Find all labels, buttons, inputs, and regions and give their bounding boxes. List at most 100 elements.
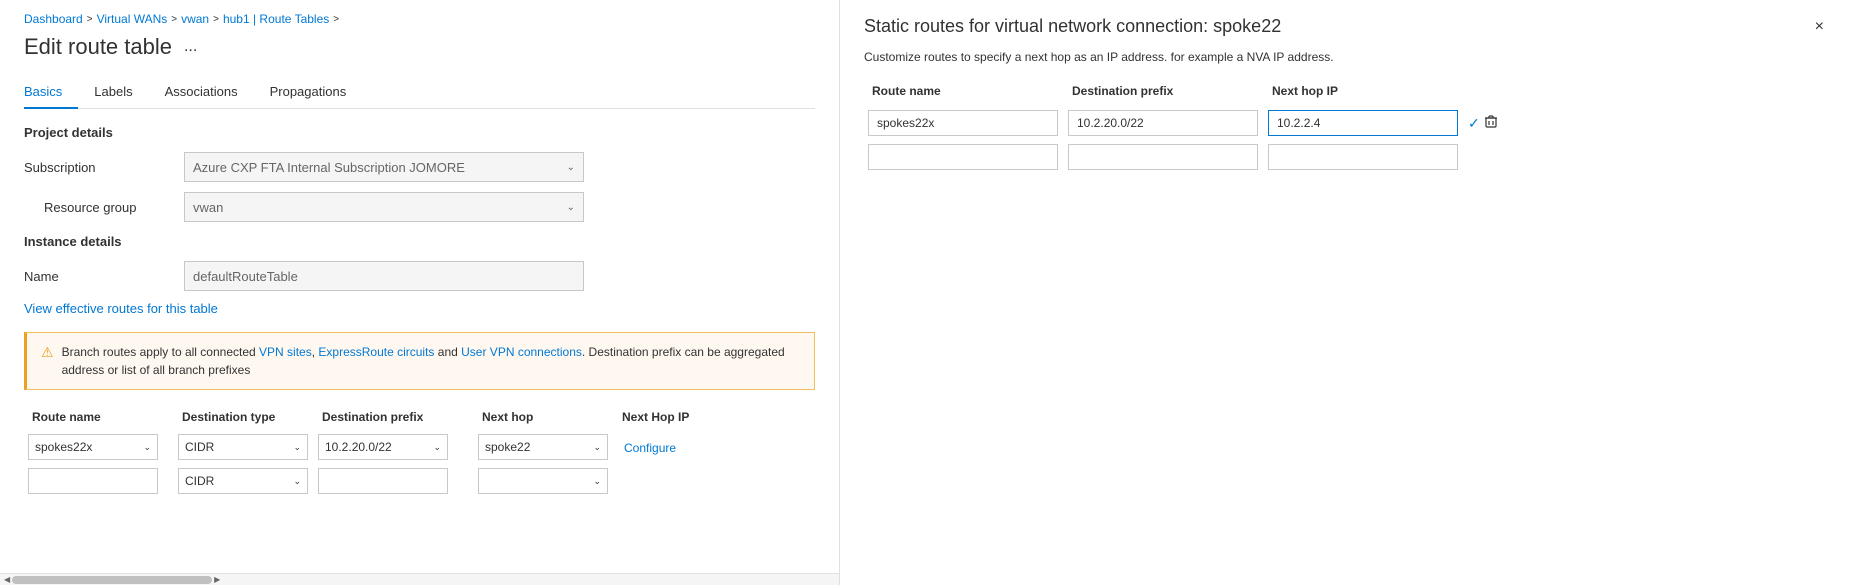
panel-title: Static routes for virtual network connec… — [864, 16, 1281, 37]
scroll-left-icon[interactable]: ◀ — [2, 575, 12, 584]
subscription-label: Subscription — [24, 160, 184, 175]
dest-prefix-value-1: 10.2.20.0/22 — [325, 440, 392, 454]
breadcrumb-sep-3: > — [213, 14, 219, 25]
dest-prefix-cell-1: 10.2.20.0/22 ⌄ — [314, 432, 474, 462]
static-col-header-next-hop-ip: Next hop IP — [1264, 80, 1464, 102]
resource-group-label: Resource group — [24, 200, 184, 215]
routes-table-header: Route name Destination type Destination … — [24, 406, 815, 428]
resource-group-dropdown[interactable]: vwan ⌄ — [184, 192, 584, 222]
tab-associations[interactable]: Associations — [165, 76, 254, 109]
subscription-row: Subscription Azure CXP FTA Internal Subs… — [24, 152, 815, 182]
tab-labels[interactable]: Labels — [94, 76, 148, 109]
route-name-value-1: spokes22x — [35, 440, 92, 454]
static-routes-table: Route name Destination prefix Next hop I… — [864, 80, 1828, 172]
resource-group-value: vwan — [193, 200, 223, 215]
next-hop-cell-1: spoke22 ⌄ — [474, 432, 614, 462]
panel-header: Static routes for virtual network connec… — [864, 16, 1828, 38]
next-hop-ip-cell-2 — [614, 479, 734, 483]
subscription-dropdown[interactable]: Azure CXP FTA Internal Subscription JOMO… — [184, 152, 584, 182]
resource-group-chevron-icon: ⌄ — [567, 202, 575, 213]
name-label: Name — [24, 269, 184, 284]
breadcrumb-hub1-routetables[interactable]: hub1 | Route Tables — [223, 12, 329, 26]
route-name-cell-2 — [24, 466, 174, 496]
next-hop-value-1: spoke22 — [485, 440, 530, 454]
next-hop-dropdown-1[interactable]: spoke22 ⌄ — [478, 434, 608, 460]
configure-link-1[interactable]: Configure — [618, 438, 682, 458]
static-dest-prefix-input-2[interactable] — [1068, 144, 1258, 170]
static-route-name-input-1[interactable] — [868, 110, 1058, 136]
panel-description: Customize routes to specify a next hop a… — [864, 50, 1828, 64]
warning-icon: ⚠ — [41, 344, 54, 361]
static-dest-prefix-input-1[interactable] — [1068, 110, 1258, 136]
routes-col-header-dest-type: Destination type — [174, 406, 314, 428]
delete-icon[interactable] — [1484, 115, 1498, 132]
name-value: defaultRouteTable — [184, 261, 584, 291]
dest-prefix-input-2[interactable] — [318, 468, 448, 494]
static-dest-prefix-cell-1 — [1064, 108, 1264, 138]
routes-col-header-next-hop: Next hop — [474, 406, 614, 428]
static-next-hop-ip-input-1[interactable] — [1268, 110, 1458, 136]
breadcrumb-sep-2: > — [171, 14, 177, 25]
dest-type-cell-2: CIDR ⌄ — [174, 466, 314, 496]
dest-type-dropdown-1[interactable]: CIDR ⌄ — [178, 434, 308, 460]
tab-basics[interactable]: Basics — [24, 76, 78, 109]
table-row: CIDR ⌄ ⌄ — [24, 466, 815, 496]
scroll-right-icon[interactable]: ▶ — [212, 575, 222, 584]
table-row: spokes22x ⌄ CIDR ⌄ 10.2.20.0/22 ⌄ spoke2… — [24, 432, 815, 462]
dest-prefix-arrow-1: ⌄ — [433, 442, 441, 453]
page-title-row: Edit route table ... — [24, 34, 815, 60]
next-hop-dropdown-2[interactable]: ⌄ — [478, 468, 608, 494]
tab-propagations[interactable]: Propagations — [270, 76, 363, 109]
ellipsis-button[interactable]: ... — [180, 36, 201, 58]
route-name-arrow-1: ⌄ — [143, 442, 151, 453]
breadcrumb-vwan[interactable]: vwan — [181, 12, 209, 26]
dest-type-dropdown-2[interactable]: CIDR ⌄ — [178, 468, 308, 494]
next-hop-arrow-1: ⌄ — [593, 442, 601, 453]
route-name-cell-1: spokes22x ⌄ — [24, 432, 174, 462]
next-hop-arrow-2: ⌄ — [593, 476, 601, 487]
right-panel: Static routes for virtual network connec… — [840, 0, 1852, 585]
static-routes-header: Route name Destination prefix Next hop I… — [864, 80, 1828, 102]
dest-type-arrow-2: ⌄ — [293, 476, 301, 487]
dest-type-value-2: CIDR — [185, 474, 214, 488]
dest-type-cell-1: CIDR ⌄ — [174, 432, 314, 462]
static-next-hop-ip-cell-2 — [1264, 142, 1464, 172]
table-row — [864, 142, 1828, 172]
static-col-header-actions — [1464, 80, 1504, 102]
name-row: Name defaultRouteTable — [24, 261, 815, 291]
expressroute-link[interactable]: ExpressRoute circuits — [318, 345, 434, 359]
static-route-name-cell-1 — [864, 108, 1064, 138]
static-row-actions-1: ✓ — [1464, 113, 1504, 134]
routes-col-header-dest-prefix: Destination prefix — [314, 406, 474, 428]
route-name-dropdown-1[interactable]: spokes22x ⌄ — [28, 434, 158, 460]
confirm-icon[interactable]: ✓ — [1468, 115, 1480, 132]
resource-group-row: Resource group vwan ⌄ — [24, 192, 815, 222]
project-details-title: Project details — [24, 125, 815, 140]
static-route-name-input-2[interactable] — [868, 144, 1058, 170]
close-button[interactable]: × — [1811, 16, 1828, 38]
page-title: Edit route table — [24, 34, 172, 60]
breadcrumb-virtualwans[interactable]: Virtual WANs — [97, 12, 168, 26]
warning-text: Branch routes apply to all connected VPN… — [62, 343, 800, 379]
view-effective-routes-link[interactable]: View effective routes for this table — [24, 301, 218, 316]
static-next-hop-ip-input-2[interactable] — [1268, 144, 1458, 170]
subscription-value: Azure CXP FTA Internal Subscription JOMO… — [193, 160, 465, 175]
next-hop-cell-2: ⌄ — [474, 466, 614, 496]
horizontal-scrollbar[interactable]: ◀ ▶ — [0, 573, 839, 585]
next-hop-ip-cell-1: Configure — [614, 438, 734, 457]
user-vpn-link[interactable]: User VPN connections — [461, 345, 582, 359]
static-dest-prefix-cell-2 — [1064, 142, 1264, 172]
dest-prefix-dropdown-1[interactable]: 10.2.20.0/22 ⌄ — [318, 434, 448, 460]
static-col-header-dest-prefix: Destination prefix — [1064, 80, 1264, 102]
routes-col-header-name: Route name — [24, 406, 174, 428]
breadcrumb-sep-1: > — [87, 14, 93, 25]
static-route-name-cell-2 — [864, 142, 1064, 172]
breadcrumb-dashboard[interactable]: Dashboard — [24, 12, 83, 26]
instance-details-title: Instance details — [24, 234, 815, 249]
routes-col-header-next-hop-ip: Next Hop IP — [614, 406, 734, 428]
vpn-sites-link[interactable]: VPN sites — [259, 345, 312, 359]
scroll-thumb[interactable] — [12, 576, 212, 584]
breadcrumb-sep-4: > — [333, 14, 339, 25]
route-name-input-2[interactable] — [28, 468, 158, 494]
left-panel: Dashboard > Virtual WANs > vwan > hub1 |… — [0, 0, 840, 585]
